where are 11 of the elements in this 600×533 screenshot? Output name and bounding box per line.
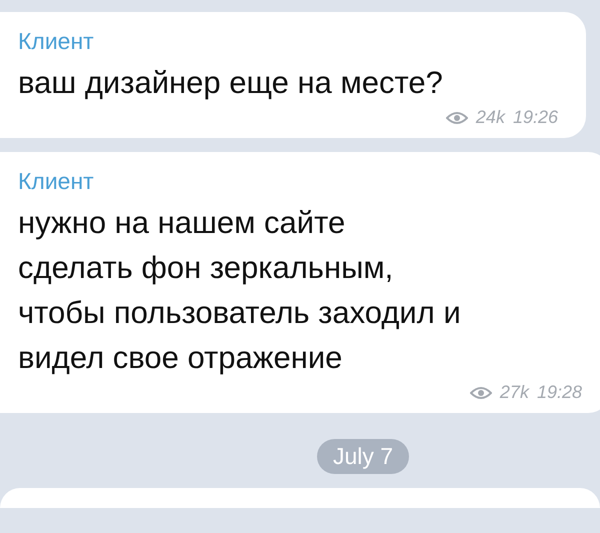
sender-name: Клиент (18, 27, 95, 56)
date-separator: July 7 (317, 439, 410, 474)
message-text: ваш дизайнер еще на месте? (18, 64, 444, 102)
message-time: 19:28 (536, 382, 582, 403)
sender-name: Клиент (18, 167, 95, 196)
message-time: 19:26 (512, 107, 558, 128)
view-count: 24k (476, 107, 505, 128)
eye-icon (470, 386, 492, 400)
message-text: нужно на нашем сайте сделать фон зеркальным, чтобы пользователь заходил и видел свое отражение (18, 204, 462, 377)
eye-icon (446, 110, 468, 124)
view-count: 27k (500, 382, 529, 403)
